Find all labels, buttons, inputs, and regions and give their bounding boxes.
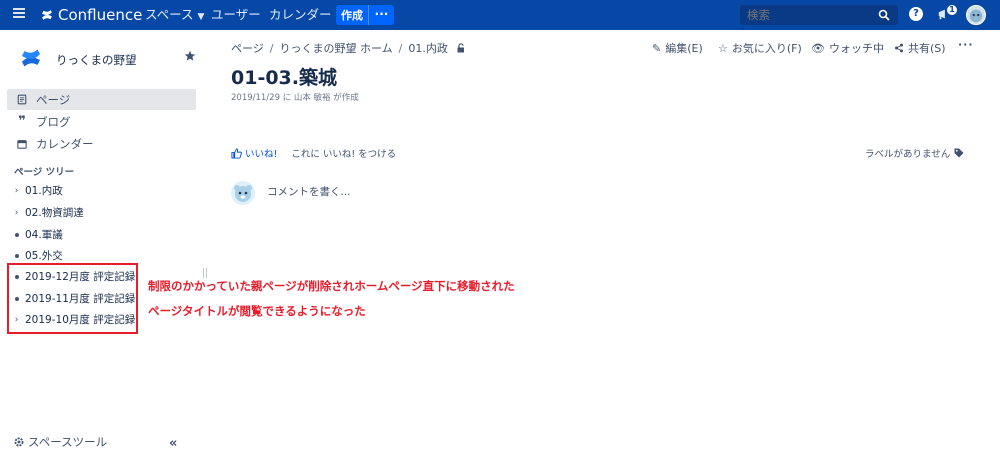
sidebar-resize-handle[interactable] <box>203 268 207 278</box>
no-labels-text: ラベルがありません <box>865 149 951 160</box>
like-button[interactable]: いいね! <box>245 146 277 160</box>
favorite-button[interactable]: ☆ お気に入り(F) <box>718 40 802 56</box>
notifications-button[interactable]: 1 <box>937 5 957 23</box>
search-icon[interactable] <box>878 9 890 21</box>
sidebar-item-label: カレンダー <box>36 136 94 151</box>
spaces-menu[interactable]: スペース ▼ <box>145 0 204 30</box>
help-icon[interactable]: ? <box>909 7 923 21</box>
spaces-menu-label: スペース <box>145 7 194 22</box>
expand-chevron-icon[interactable]: › <box>13 186 20 196</box>
sidebar-item-label: ブログ <box>36 114 71 129</box>
sidebar-item-calendar[interactable]: カレンダー <box>7 133 196 154</box>
calendar-icon <box>16 138 28 150</box>
avatar-image <box>234 185 252 202</box>
favorite-label: お気に入り(F) <box>731 42 802 55</box>
space-tools-button[interactable]: スペースツール <box>13 434 107 450</box>
search-box <box>740 5 898 25</box>
breadcrumb-separator: / <box>398 41 403 55</box>
share-button[interactable]: 共有(S) <box>894 40 946 56</box>
share-label: 共有(S) <box>908 42 946 55</box>
pencil-icon: ✎ <box>652 41 662 55</box>
space-name[interactable]: りっくまの野望 <box>56 52 137 68</box>
top-navigation-bar: Confluence スペース▼ ユーザー カレンダー 作成 ··· ? 1 <box>0 0 1000 30</box>
space-tools-label: スペースツール <box>28 435 108 449</box>
create-button-group: 作成 ··· <box>336 5 394 25</box>
sidebar-item-label: ページ <box>36 92 71 107</box>
page-tree-heading: ページ ツリー <box>14 167 75 178</box>
page-icon <box>16 94 28 106</box>
create-button[interactable]: 作成 <box>336 7 368 23</box>
breadcrumb-item[interactable]: 01.内政 <box>408 40 448 56</box>
tree-item-label: 04.軍議 <box>25 229 63 241</box>
star-icon[interactable] <box>184 50 196 62</box>
confluence-x-icon <box>42 10 52 20</box>
tree-item-label: 02.物資調達 <box>25 207 84 219</box>
watch-button[interactable]: 👁 ウォッチ中 <box>811 40 884 56</box>
tag-icon[interactable] <box>954 148 964 158</box>
more-actions-button[interactable]: ··· <box>958 38 974 51</box>
page-byline: 2019/11/29 に 山本 敏裕 が作成 <box>231 93 359 103</box>
breadcrumb-separator: / <box>269 41 274 55</box>
confluence-logo-text: Confluence <box>58 6 143 24</box>
annotation-text-line1: 制限のかかっていた親ページが削除されホームページ直下に移動された <box>148 279 515 293</box>
comment-input[interactable]: コメントを書く... <box>267 184 351 199</box>
breadcrumb-item[interactable]: ページ <box>231 40 264 56</box>
tree-item[interactable]: 05.外交 <box>13 248 63 263</box>
edit-label: 編集(E) <box>665 42 703 55</box>
users-link[interactable]: ユーザー <box>211 0 261 30</box>
collapse-sidebar-button[interactable]: « <box>169 436 177 451</box>
create-from-template-button[interactable]: ··· <box>368 5 394 25</box>
sidebar-item-blog[interactable]: ❞ ブログ <box>7 111 196 132</box>
breadcrumb: ページ / りっくまの野望 ホーム / 01.内政 <box>231 40 466 56</box>
calendars-link[interactable]: カレンダー <box>269 0 332 30</box>
app-switcher-menu-icon[interactable] <box>13 8 25 22</box>
tree-item[interactable]: 04.軍議 <box>13 227 63 242</box>
gear-icon <box>14 437 24 447</box>
labels-section: ラベルがありません <box>865 146 964 160</box>
confluence-logo[interactable]: Confluence <box>40 6 142 24</box>
tree-item-label: 05.外交 <box>25 250 63 262</box>
breadcrumb-item[interactable]: りっくまの野望 ホーム <box>280 40 393 56</box>
commenter-avatar <box>231 181 255 205</box>
tree-item[interactable]: › 02.物資調達 <box>13 205 84 220</box>
bullet-icon <box>13 251 20 261</box>
user-avatar[interactable] <box>966 5 986 25</box>
thumbs-up-icon[interactable] <box>231 147 242 159</box>
unlock-icon[interactable] <box>456 43 466 53</box>
space-sidebar: りっくまの野望 ページ ❞ ブログ カレンダー ページ ツリー › 01.内政 … <box>0 30 207 456</box>
highlight-box <box>7 263 138 334</box>
eye-icon: 👁 <box>811 41 825 55</box>
avatar-image <box>969 9 983 23</box>
edit-button[interactable]: ✎ 編集(E) <box>652 40 703 56</box>
like-prompt-text: これに いいね! をつける <box>291 149 397 160</box>
tree-item-label: 01.内政 <box>25 185 63 197</box>
notification-count-badge: 1 <box>947 5 957 15</box>
like-section: いいね! これに いいね! をつける <box>231 146 396 160</box>
tree-item[interactable]: › 01.内政 <box>13 183 63 198</box>
page-title: 01-03.築城 <box>231 67 337 89</box>
bullet-icon <box>13 230 20 240</box>
sidebar-item-pages[interactable]: ページ <box>7 89 196 110</box>
annotation-text-line2: ページタイトルが閲覧できるようになった <box>148 304 366 318</box>
chevron-down-icon: ▼ <box>197 12 205 22</box>
star-outline-icon: ☆ <box>718 41 728 55</box>
share-icon <box>895 43 903 53</box>
watch-label: ウォッチ中 <box>828 42 884 55</box>
space-logo-icon[interactable] <box>20 47 42 69</box>
expand-chevron-icon[interactable]: › <box>13 208 20 218</box>
quote-icon: ❞ <box>18 114 26 129</box>
search-input[interactable] <box>747 5 867 25</box>
